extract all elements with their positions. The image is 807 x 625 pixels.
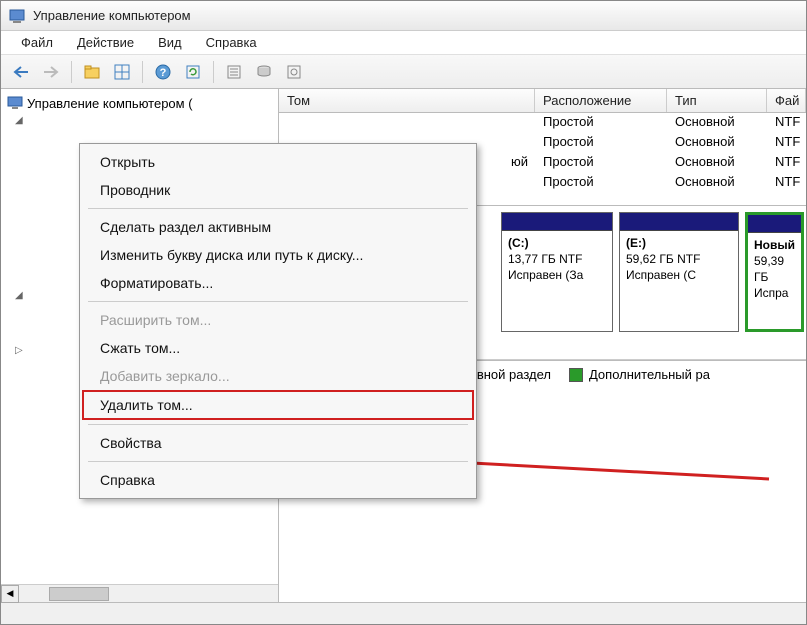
- volume-new[interactable]: Новый 59,39 ГБ Испра: [745, 212, 804, 332]
- horizontal-scrollbar[interactable]: [1, 602, 806, 624]
- volume-header: [502, 213, 612, 231]
- volume-header: [748, 215, 801, 233]
- ctx-help[interactable]: Справка: [82, 466, 474, 494]
- ctx-open[interactable]: Открыть: [82, 148, 474, 176]
- ctx-add-mirror: Добавить зеркало...: [82, 362, 474, 390]
- ctx-extend: Расширить том...: [82, 306, 474, 334]
- menu-view[interactable]: Вид: [148, 33, 192, 52]
- ctx-make-active[interactable]: Сделать раздел активным: [82, 213, 474, 241]
- ctx-explorer[interactable]: Проводник: [82, 176, 474, 204]
- legend-extended: Дополнительный ра: [569, 367, 710, 383]
- svg-text:?: ?: [160, 67, 167, 79]
- settings-button[interactable]: [280, 59, 308, 85]
- help-button[interactable]: ?: [149, 59, 177, 85]
- ctx-shrink[interactable]: Сжать том...: [82, 334, 474, 362]
- column-type[interactable]: Тип: [667, 89, 767, 112]
- menu-file[interactable]: Файл: [11, 33, 63, 52]
- list-button[interactable]: [220, 59, 248, 85]
- grid-button[interactable]: [108, 59, 136, 85]
- toolbar-separator: [142, 61, 143, 83]
- column-volume[interactable]: Том: [279, 89, 535, 112]
- window-title: Управление компьютером: [33, 8, 191, 23]
- scroll-thumb[interactable]: [49, 587, 109, 601]
- toolbar-separator: [71, 61, 72, 83]
- expand-icon[interactable]: ▷: [15, 345, 25, 356]
- left-scrollbar[interactable]: ◀: [1, 584, 278, 602]
- menu-action[interactable]: Действие: [67, 33, 144, 52]
- refresh-button[interactable]: [179, 59, 207, 85]
- tree-item[interactable]: ◢: [1, 113, 278, 128]
- disk-button[interactable]: [250, 59, 278, 85]
- folder-button[interactable]: [78, 59, 106, 85]
- app-icon: [9, 8, 25, 24]
- context-menu: Открыть Проводник Сделать раздел активны…: [79, 143, 477, 499]
- forward-button[interactable]: [37, 59, 65, 85]
- volume-info: (C:) 13,77 ГБ NTF Исправен (За: [502, 231, 612, 287]
- titlebar: Управление компьютером: [1, 1, 806, 31]
- ctx-properties[interactable]: Свойства: [82, 429, 474, 457]
- ctx-delete-volume[interactable]: Удалить том...: [82, 390, 474, 420]
- ctx-format[interactable]: Форматировать...: [82, 269, 474, 297]
- toolbar: ?: [1, 55, 806, 89]
- ctx-separator: [88, 461, 468, 462]
- menubar: Файл Действие Вид Справка: [1, 31, 806, 55]
- expand-icon[interactable]: ◢: [15, 290, 25, 301]
- ctx-separator: [88, 208, 468, 209]
- volume-e[interactable]: (E:) 59,62 ГБ NTF Исправен (С: [619, 212, 739, 332]
- ctx-separator: [88, 301, 468, 302]
- volume-c[interactable]: (C:) 13,77 ГБ NTF Исправен (За: [501, 212, 613, 332]
- column-fs[interactable]: Фай: [767, 89, 806, 112]
- expand-icon[interactable]: ◢: [15, 115, 25, 126]
- ctx-change-letter[interactable]: Изменить букву диска или путь к диску...: [82, 241, 474, 269]
- column-layout[interactable]: Расположение: [535, 89, 667, 112]
- volume-header: [620, 213, 738, 231]
- volume-info: Новый 59,39 ГБ Испра: [748, 233, 801, 305]
- menu-help[interactable]: Справка: [196, 33, 267, 52]
- ctx-separator: [88, 424, 468, 425]
- volume-info: (E:) 59,62 ГБ NTF Исправен (С: [620, 231, 738, 287]
- table-row[interactable]: Простой Основной NTF: [279, 113, 806, 133]
- toolbar-separator: [213, 61, 214, 83]
- back-button[interactable]: [7, 59, 35, 85]
- tree-root-label: Управление компьютером (: [27, 96, 193, 111]
- tree-root[interactable]: Управление компьютером (: [1, 93, 278, 113]
- computer-icon: [7, 95, 23, 111]
- table-header: Том Расположение Тип Фай: [279, 89, 806, 113]
- scroll-left-icon[interactable]: ◀: [1, 585, 19, 603]
